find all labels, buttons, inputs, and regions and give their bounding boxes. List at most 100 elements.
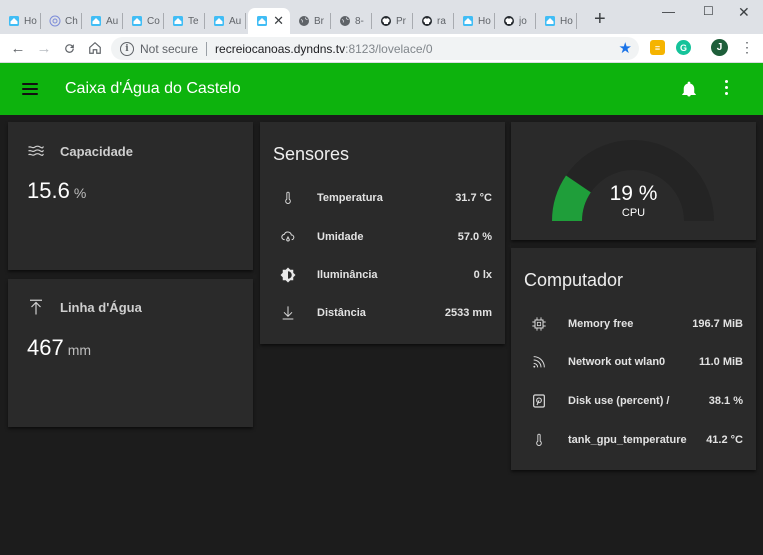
computer-stat-name: tank_gpu_temperature [568, 434, 687, 446]
github-icon [420, 15, 433, 28]
sensor-row-distancia[interactable]: Distância 2533 mm [260, 303, 505, 323]
tab-label: Ho [478, 15, 491, 27]
tab-label: ra [437, 15, 446, 27]
computer-stat-name: Memory free [568, 318, 634, 330]
browser-tab[interactable]: Pr [372, 8, 413, 34]
browser-tab[interactable]: Ho [536, 8, 577, 34]
bookmark-star-icon[interactable]: ★ [619, 39, 632, 57]
globe-icon [338, 15, 351, 28]
wifi-icon [529, 352, 549, 372]
computer-stat-value: 11.0 MiB [698, 356, 743, 368]
more-options-icon[interactable] [725, 80, 729, 96]
extension-icon[interactable]: ≡ [650, 40, 665, 55]
computer-stat-name: Network out wlan0 [568, 356, 666, 368]
home-assistant-icon [255, 15, 268, 28]
brightness-icon [278, 265, 298, 285]
browser-tab[interactable]: Au [82, 8, 123, 34]
github-icon [502, 15, 515, 28]
browser-tab[interactable]: Ho [454, 8, 495, 34]
globe-icon [297, 15, 310, 28]
computer-row-network[interactable]: Network out wlan0 11.0 MiB [511, 352, 756, 372]
computer-stat-value: 41.2 °C [706, 434, 743, 446]
sensor-row-temperatura[interactable]: Temperatura 31.7 °C [260, 188, 505, 208]
home-assistant-icon [543, 15, 556, 28]
thermometer-icon [278, 188, 298, 208]
chrome-icon [48, 15, 61, 28]
capacidade-unit: % [73, 185, 87, 201]
github-icon [379, 15, 392, 28]
sensor-name: Umidade [317, 231, 364, 243]
sensor-value: 0 lx [473, 269, 492, 281]
sensores-card: Sensores Temperatura 31.7 °C Umidade 57.… [260, 122, 505, 344]
computador-title: Computador [524, 270, 624, 290]
browser-tab[interactable]: jo [495, 8, 536, 34]
tab-label: Au [106, 15, 119, 27]
browser-menu-icon[interactable]: ⋮ [740, 40, 754, 54]
browser-tab[interactable]: Ch [41, 8, 82, 34]
tab-label: Pr [396, 15, 406, 27]
linha-agua-value-line: 467 mm [27, 335, 91, 361]
computer-stat-name: Disk use (percent) / [568, 395, 670, 407]
arrow-down-icon [278, 303, 298, 323]
profile-avatar[interactable]: J [711, 39, 728, 56]
capacidade-label: Capacidade [60, 144, 133, 159]
tab-label: Ho [24, 15, 37, 27]
thermometer-icon [529, 430, 549, 450]
browser-tab[interactable]: Ho [0, 8, 41, 34]
home-assistant-icon [212, 15, 225, 28]
browser-tab[interactable]: ra [413, 8, 454, 34]
sensor-row-umidade[interactable]: Umidade 57.0 % [260, 227, 505, 247]
computer-row-memory[interactable]: Memory free 196.7 MiB [511, 314, 756, 334]
browser-tab[interactable]: Te [164, 8, 205, 34]
browser-tab-strip: Ho Ch Au Co Te Au ✕ Br 8- Pr ra Ho jo Ho + — ☐ ✕ [0, 0, 763, 34]
computador-card: Computador Memory free 196.7 MiB Network… [511, 248, 756, 470]
tab-label: Ch [65, 15, 78, 27]
minimize-button[interactable]: — [662, 4, 675, 19]
harddisk-icon [529, 391, 549, 411]
home-assistant-icon [7, 15, 20, 28]
close-window-button[interactable]: ✕ [738, 4, 750, 21]
new-tab-button[interactable]: + [594, 9, 606, 29]
tab-active[interactable]: ✕ [248, 8, 290, 34]
browser-tab[interactable]: Co [123, 8, 164, 34]
back-icon[interactable]: ← [8, 38, 28, 58]
sensor-name: Temperatura [317, 192, 383, 204]
cpu-label: CPU [621, 207, 646, 219]
sensor-row-iluminancia[interactable]: Iluminância 0 lx [260, 265, 505, 285]
browser-tab[interactable]: 8- [331, 8, 372, 34]
maximize-button[interactable]: ☐ [703, 4, 714, 18]
info-icon[interactable]: i [120, 41, 134, 56]
menu-icon[interactable] [22, 82, 38, 96]
linha-agua-value: 467 [27, 335, 64, 360]
computer-row-gpu-temp[interactable]: tank_gpu_temperature 41.2 °C [511, 430, 756, 450]
linha-agua-card[interactable]: Linha d'Água 467 mm [8, 279, 253, 427]
home-assistant-icon [171, 15, 184, 28]
capacidade-card[interactable]: Capacidade 15.6% [8, 122, 253, 270]
capacidade-value-line: 15.6% [27, 178, 86, 204]
security-label: Not secure [140, 41, 199, 56]
browser-tab[interactable]: Au [205, 8, 246, 34]
app-header: Caixa d'Água do Castelo [0, 63, 763, 115]
address-bar[interactable]: i Not secure recreiocanoas.dyndns.tv:812… [111, 37, 639, 60]
address-divider [206, 41, 208, 56]
computer-stat-value: 196.7 MiB [692, 318, 743, 330]
notifications-bell-icon[interactable] [680, 79, 698, 99]
home-icon[interactable] [85, 38, 105, 58]
close-tab-icon[interactable]: ✕ [273, 13, 284, 29]
sensor-value: 31.7 °C [455, 192, 492, 204]
sensor-name: Iluminância [317, 269, 378, 281]
reload-icon[interactable] [59, 38, 79, 58]
grammarly-icon[interactable]: G [676, 40, 691, 55]
tab-label: jo [519, 15, 527, 27]
tab-label: Te [188, 15, 199, 27]
forward-icon[interactable]: → [34, 38, 54, 58]
tab-label: Br [314, 15, 324, 27]
sensor-value: 57.0 % [457, 231, 492, 243]
browser-tab[interactable]: Br [290, 8, 331, 34]
cloud-humidity-icon [278, 227, 298, 247]
tab-label: 8- [355, 15, 364, 27]
sensores-title: Sensores [273, 144, 350, 164]
arrow-up-icon [30, 299, 42, 315]
cpu-gauge-card[interactable]: 19 % CPU [511, 122, 756, 240]
computer-row-disk[interactable]: Disk use (percent) / 38.1 % [511, 391, 756, 411]
